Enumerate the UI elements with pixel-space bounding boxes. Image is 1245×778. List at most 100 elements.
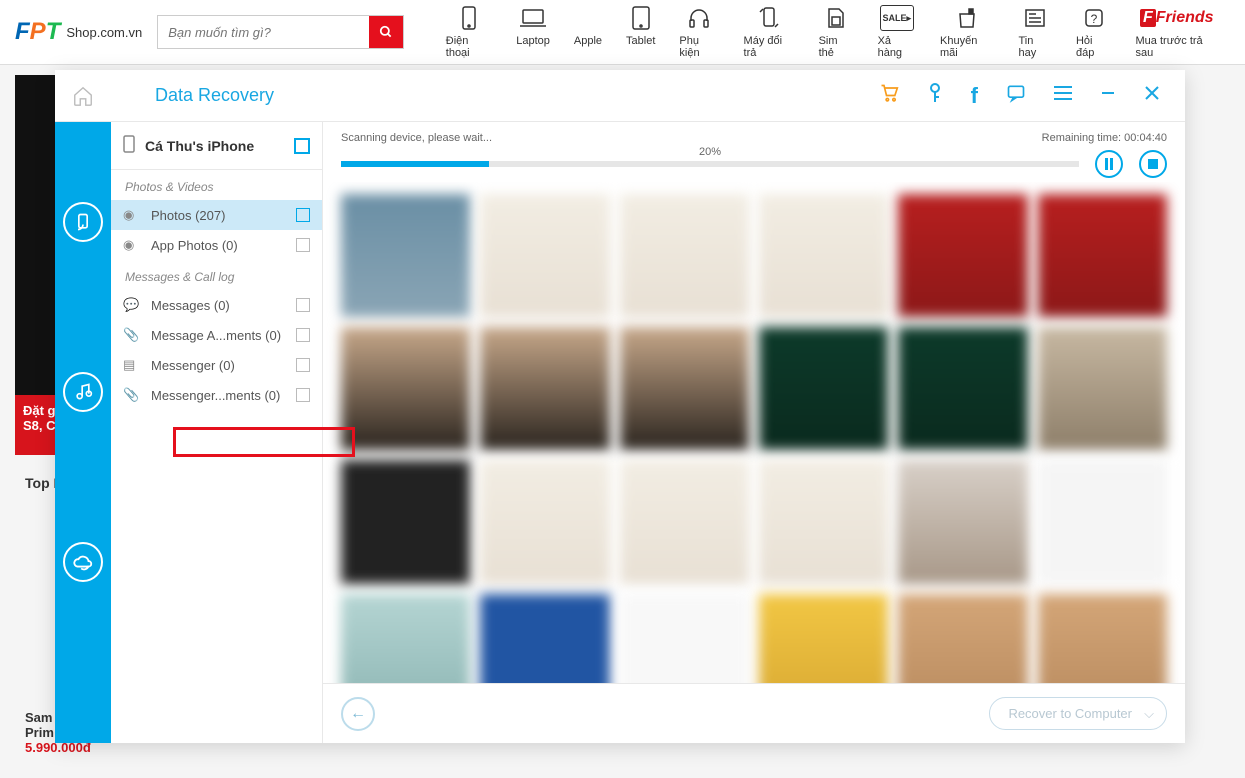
photo-thumb[interactable] (620, 594, 749, 683)
cat-messages[interactable]: 💬 Messages (0) (111, 290, 322, 320)
checkbox[interactable] (296, 358, 310, 372)
photo-thumb[interactable] (341, 327, 470, 450)
mode-icloud-icon[interactable] (63, 542, 103, 582)
photo-thumb[interactable] (480, 594, 609, 683)
logo-sub: Shop.com.vn (66, 25, 142, 40)
nav-exchange[interactable]: Máy đổi trả (732, 5, 807, 59)
cat-messenger[interactable]: ▤ Messenger (0) (111, 350, 322, 380)
progress-remaining: Remaining time: 00:04:40 (1042, 132, 1167, 144)
photo-thumb[interactable] (620, 460, 749, 583)
top-nav: Điện thoại Laptop Apple Tablet Phụ kiện … (434, 5, 1230, 59)
cat-app-photos[interactable]: ◉ App Photos (0) (111, 230, 322, 260)
stop-button[interactable] (1139, 150, 1167, 178)
checkbox[interactable] (296, 328, 310, 342)
photo-thumb[interactable] (341, 460, 470, 583)
key-icon[interactable] (927, 83, 943, 108)
group-title: Messages & Call log (111, 260, 322, 290)
thumbnails-grid (323, 182, 1185, 683)
footer-row: ← Recover to Computer (323, 683, 1185, 743)
checkbox[interactable] (296, 298, 310, 312)
checkbox[interactable] (296, 208, 310, 222)
nav-sale[interactable]: SALE▸Xả hàng (866, 5, 928, 59)
category-sidebar: Cá Thu's iPhone Photos & Videos ◉ Photos… (111, 122, 323, 743)
nav-sim[interactable]: Sim thẻ (807, 5, 866, 59)
cart-icon[interactable] (879, 83, 899, 108)
sale-icon: SALE▸ (880, 5, 915, 31)
photo-thumb[interactable] (480, 460, 609, 583)
search-button[interactable] (369, 16, 403, 48)
photo-thumb[interactable] (341, 194, 470, 317)
progress-section: Scanning device, please wait... Remainin… (323, 122, 1185, 182)
headphone-icon (688, 5, 710, 31)
photo-thumb[interactable] (759, 460, 888, 583)
photo-thumb[interactable] (1038, 594, 1167, 683)
device-name: Cá Thu's iPhone (145, 138, 254, 154)
camera-icon: ◉ (123, 207, 143, 223)
minimize-icon[interactable] (1100, 85, 1116, 106)
nav-news[interactable]: Tin hay (1007, 5, 1064, 59)
bag-icon (956, 5, 978, 31)
pause-button[interactable] (1095, 150, 1123, 178)
photo-thumb[interactable] (759, 194, 888, 317)
photo-thumb[interactable] (759, 327, 888, 450)
photo-thumb[interactable] (341, 594, 470, 683)
progress-status: Scanning device, please wait... (341, 132, 492, 144)
recover-button[interactable]: Recover to Computer (989, 697, 1167, 730)
photo-thumb[interactable] (898, 327, 1027, 450)
menu-icon[interactable] (1054, 85, 1072, 106)
nav-laptop[interactable]: Laptop (504, 5, 562, 59)
camera-icon: ◉ (123, 237, 143, 253)
photo-thumb[interactable] (620, 327, 749, 450)
attachment-icon: 📎 (123, 387, 143, 403)
search-box (157, 15, 404, 49)
phone-icon (123, 135, 135, 156)
cat-messenger-attachments[interactable]: 📎 Messenger...ments (0) (111, 380, 322, 410)
cat-photos[interactable]: ◉ Photos (207) (111, 200, 322, 230)
close-icon[interactable] (1144, 85, 1160, 106)
facebook-icon[interactable]: f (971, 83, 978, 109)
mode-itunes-icon[interactable] (63, 372, 103, 412)
photo-thumb[interactable] (759, 594, 888, 683)
group-title: Photos & Videos (111, 170, 322, 200)
blue-sidebar (55, 122, 111, 743)
tablet-icon (631, 5, 651, 31)
app-titlebar: Data Recovery f (55, 70, 1185, 122)
progress-bar: 20% (341, 161, 1079, 167)
photo-thumb[interactable] (1038, 460, 1167, 583)
nav-friends[interactable]: FFriendsMua trước trả sau (1124, 5, 1230, 59)
news-icon (1024, 5, 1046, 31)
exchange-icon (758, 5, 780, 31)
app-window: Data Recovery f Cá Thu's iPhone Photos &… (55, 70, 1185, 743)
device-row[interactable]: Cá Thu's iPhone (111, 122, 322, 170)
photo-thumb[interactable] (480, 194, 609, 317)
device-checkbox[interactable] (294, 138, 310, 154)
checkbox[interactable] (296, 238, 310, 252)
photo-thumb[interactable] (1038, 194, 1167, 317)
search-input[interactable] (158, 16, 369, 48)
nav-apple[interactable]: Apple (562, 5, 614, 59)
sim-icon (827, 5, 845, 31)
mode-device-icon[interactable] (63, 202, 103, 242)
nav-phone[interactable]: Điện thoại (434, 5, 504, 59)
home-button[interactable] (55, 85, 110, 107)
photo-thumb[interactable] (898, 594, 1027, 683)
photo-thumb[interactable] (1038, 327, 1167, 450)
message-icon: 💬 (123, 297, 143, 313)
photo-thumb[interactable] (898, 194, 1027, 317)
nav-accessories[interactable]: Phụ kiện (667, 5, 731, 59)
feedback-icon[interactable] (1006, 83, 1026, 108)
question-icon: ? (1084, 5, 1104, 31)
site-logo[interactable]: FPT Shop.com.vn (15, 18, 142, 46)
nav-promo[interactable]: Khuyến mãi (928, 5, 1006, 59)
photo-thumb[interactable] (480, 327, 609, 450)
cat-msg-attachments[interactable]: 📎 Message A...ments (0) (111, 320, 322, 350)
nav-tablet[interactable]: Tablet (614, 5, 667, 59)
progress-percent: 20% (699, 146, 721, 158)
main-area: Scanning device, please wait... Remainin… (323, 122, 1185, 743)
nav-faq[interactable]: ?Hỏi đáp (1064, 5, 1124, 59)
checkbox[interactable] (296, 388, 310, 402)
photo-thumb[interactable] (620, 194, 749, 317)
photo-thumb[interactable] (898, 460, 1027, 583)
messenger-icon: ▤ (123, 357, 143, 373)
back-button[interactable]: ← (341, 697, 375, 731)
